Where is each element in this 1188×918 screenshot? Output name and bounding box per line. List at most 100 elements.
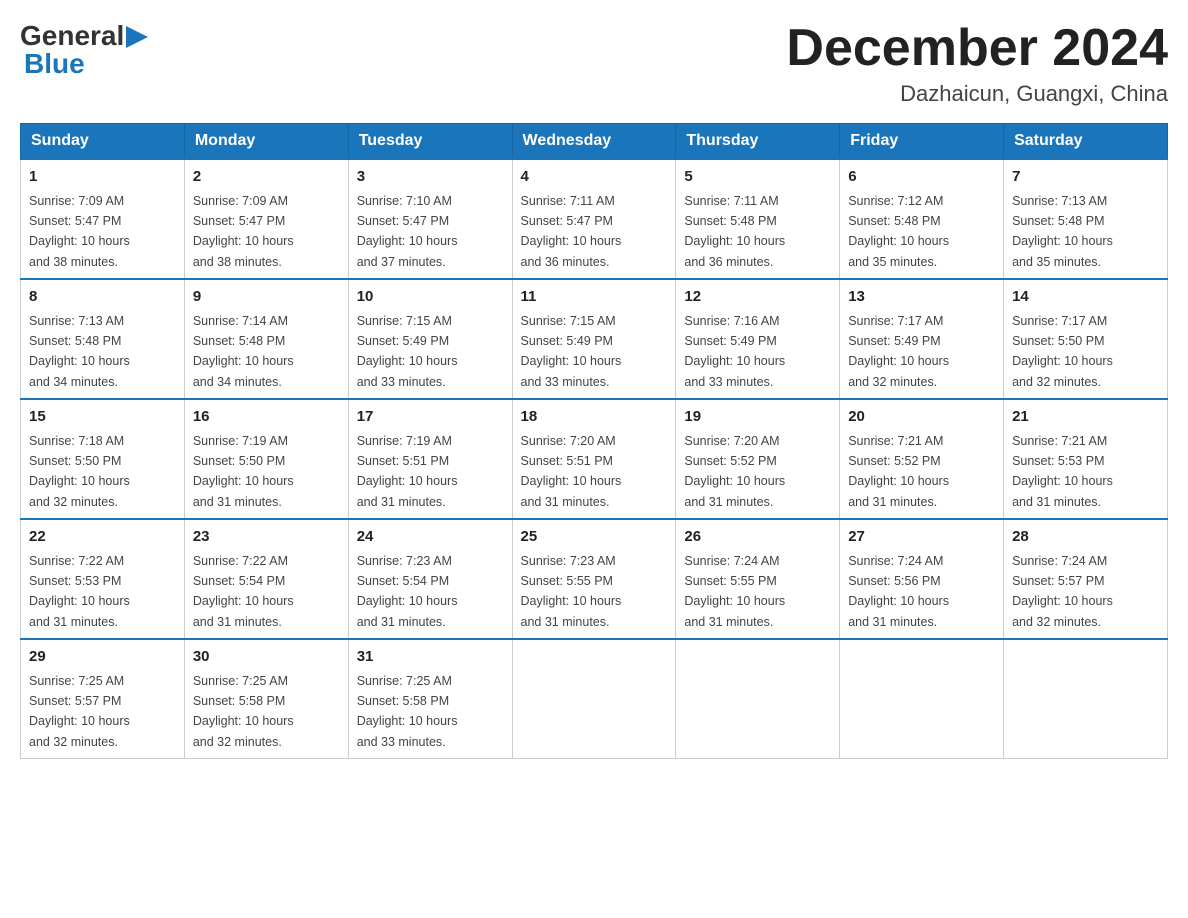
day-info: Sunrise: 7:18 AMSunset: 5:50 PMDaylight:… xyxy=(29,434,130,509)
calendar-week-row: 22 Sunrise: 7:22 AMSunset: 5:53 PMDaylig… xyxy=(21,519,1168,639)
calendar-day-cell: 10 Sunrise: 7:15 AMSunset: 5:49 PMDaylig… xyxy=(348,279,512,399)
calendar-day-cell xyxy=(512,639,676,759)
calendar-day-cell: 15 Sunrise: 7:18 AMSunset: 5:50 PMDaylig… xyxy=(21,399,185,519)
page-header: General Blue December 2024 Dazhaicun, Gu… xyxy=(20,20,1168,107)
day-info: Sunrise: 7:13 AMSunset: 5:48 PMDaylight:… xyxy=(29,314,130,389)
calendar-header-wednesday: Wednesday xyxy=(512,124,676,160)
calendar-day-cell: 23 Sunrise: 7:22 AMSunset: 5:54 PMDaylig… xyxy=(184,519,348,639)
logo: General Blue xyxy=(20,20,148,80)
day-info: Sunrise: 7:11 AMSunset: 5:47 PMDaylight:… xyxy=(521,194,622,269)
day-info: Sunrise: 7:22 AMSunset: 5:53 PMDaylight:… xyxy=(29,554,130,629)
day-number: 25 xyxy=(521,526,668,549)
day-number: 15 xyxy=(29,406,176,429)
logo-arrow-icon xyxy=(126,26,148,48)
day-info: Sunrise: 7:17 AMSunset: 5:50 PMDaylight:… xyxy=(1012,314,1113,389)
day-info: Sunrise: 7:09 AMSunset: 5:47 PMDaylight:… xyxy=(193,194,294,269)
day-number: 28 xyxy=(1012,526,1159,549)
calendar-header-tuesday: Tuesday xyxy=(348,124,512,160)
day-number: 2 xyxy=(193,166,340,189)
calendar-table: SundayMondayTuesdayWednesdayThursdayFrid… xyxy=(20,123,1168,759)
calendar-day-cell xyxy=(676,639,840,759)
day-number: 13 xyxy=(848,286,995,309)
page-subtitle: Dazhaicun, Guangxi, China xyxy=(786,81,1168,107)
day-info: Sunrise: 7:11 AMSunset: 5:48 PMDaylight:… xyxy=(684,194,785,269)
day-info: Sunrise: 7:12 AMSunset: 5:48 PMDaylight:… xyxy=(848,194,949,269)
calendar-header-row: SundayMondayTuesdayWednesdayThursdayFrid… xyxy=(21,124,1168,160)
calendar-day-cell: 16 Sunrise: 7:19 AMSunset: 5:50 PMDaylig… xyxy=(184,399,348,519)
day-info: Sunrise: 7:20 AMSunset: 5:51 PMDaylight:… xyxy=(521,434,622,509)
calendar-day-cell: 20 Sunrise: 7:21 AMSunset: 5:52 PMDaylig… xyxy=(840,399,1004,519)
calendar-header-monday: Monday xyxy=(184,124,348,160)
calendar-day-cell: 1 Sunrise: 7:09 AMSunset: 5:47 PMDayligh… xyxy=(21,159,185,279)
calendar-header-sunday: Sunday xyxy=(21,124,185,160)
calendar-header-thursday: Thursday xyxy=(676,124,840,160)
day-number: 9 xyxy=(193,286,340,309)
day-info: Sunrise: 7:20 AMSunset: 5:52 PMDaylight:… xyxy=(684,434,785,509)
calendar-day-cell: 24 Sunrise: 7:23 AMSunset: 5:54 PMDaylig… xyxy=(348,519,512,639)
day-info: Sunrise: 7:25 AMSunset: 5:58 PMDaylight:… xyxy=(193,674,294,749)
day-number: 3 xyxy=(357,166,504,189)
day-number: 23 xyxy=(193,526,340,549)
calendar-day-cell: 11 Sunrise: 7:15 AMSunset: 5:49 PMDaylig… xyxy=(512,279,676,399)
day-number: 29 xyxy=(29,646,176,669)
calendar-day-cell: 13 Sunrise: 7:17 AMSunset: 5:49 PMDaylig… xyxy=(840,279,1004,399)
day-info: Sunrise: 7:23 AMSunset: 5:55 PMDaylight:… xyxy=(521,554,622,629)
day-info: Sunrise: 7:19 AMSunset: 5:50 PMDaylight:… xyxy=(193,434,294,509)
day-number: 4 xyxy=(521,166,668,189)
day-info: Sunrise: 7:22 AMSunset: 5:54 PMDaylight:… xyxy=(193,554,294,629)
calendar-day-cell: 21 Sunrise: 7:21 AMSunset: 5:53 PMDaylig… xyxy=(1004,399,1168,519)
day-info: Sunrise: 7:17 AMSunset: 5:49 PMDaylight:… xyxy=(848,314,949,389)
day-info: Sunrise: 7:24 AMSunset: 5:56 PMDaylight:… xyxy=(848,554,949,629)
calendar-day-cell: 14 Sunrise: 7:17 AMSunset: 5:50 PMDaylig… xyxy=(1004,279,1168,399)
day-number: 20 xyxy=(848,406,995,429)
day-number: 16 xyxy=(193,406,340,429)
calendar-day-cell: 28 Sunrise: 7:24 AMSunset: 5:57 PMDaylig… xyxy=(1004,519,1168,639)
calendar-day-cell: 19 Sunrise: 7:20 AMSunset: 5:52 PMDaylig… xyxy=(676,399,840,519)
calendar-day-cell: 9 Sunrise: 7:14 AMSunset: 5:48 PMDayligh… xyxy=(184,279,348,399)
day-number: 17 xyxy=(357,406,504,429)
day-number: 19 xyxy=(684,406,831,429)
day-number: 27 xyxy=(848,526,995,549)
calendar-day-cell: 2 Sunrise: 7:09 AMSunset: 5:47 PMDayligh… xyxy=(184,159,348,279)
day-info: Sunrise: 7:23 AMSunset: 5:54 PMDaylight:… xyxy=(357,554,458,629)
day-number: 22 xyxy=(29,526,176,549)
calendar-day-cell: 5 Sunrise: 7:11 AMSunset: 5:48 PMDayligh… xyxy=(676,159,840,279)
day-number: 8 xyxy=(29,286,176,309)
calendar-day-cell: 29 Sunrise: 7:25 AMSunset: 5:57 PMDaylig… xyxy=(21,639,185,759)
day-info: Sunrise: 7:15 AMSunset: 5:49 PMDaylight:… xyxy=(357,314,458,389)
calendar-day-cell xyxy=(1004,639,1168,759)
calendar-day-cell: 17 Sunrise: 7:19 AMSunset: 5:51 PMDaylig… xyxy=(348,399,512,519)
calendar-day-cell xyxy=(840,639,1004,759)
calendar-day-cell: 3 Sunrise: 7:10 AMSunset: 5:47 PMDayligh… xyxy=(348,159,512,279)
day-info: Sunrise: 7:19 AMSunset: 5:51 PMDaylight:… xyxy=(357,434,458,509)
page-title: December 2024 xyxy=(786,20,1168,77)
day-number: 26 xyxy=(684,526,831,549)
calendar-day-cell: 8 Sunrise: 7:13 AMSunset: 5:48 PMDayligh… xyxy=(21,279,185,399)
calendar-day-cell: 30 Sunrise: 7:25 AMSunset: 5:58 PMDaylig… xyxy=(184,639,348,759)
day-info: Sunrise: 7:24 AMSunset: 5:55 PMDaylight:… xyxy=(684,554,785,629)
calendar-day-cell: 6 Sunrise: 7:12 AMSunset: 5:48 PMDayligh… xyxy=(840,159,1004,279)
day-info: Sunrise: 7:09 AMSunset: 5:47 PMDaylight:… xyxy=(29,194,130,269)
day-info: Sunrise: 7:21 AMSunset: 5:52 PMDaylight:… xyxy=(848,434,949,509)
day-number: 7 xyxy=(1012,166,1159,189)
day-number: 11 xyxy=(521,286,668,309)
calendar-week-row: 29 Sunrise: 7:25 AMSunset: 5:57 PMDaylig… xyxy=(21,639,1168,759)
day-info: Sunrise: 7:25 AMSunset: 5:57 PMDaylight:… xyxy=(29,674,130,749)
calendar-week-row: 8 Sunrise: 7:13 AMSunset: 5:48 PMDayligh… xyxy=(21,279,1168,399)
logo-blue-text: Blue xyxy=(24,48,85,80)
day-number: 21 xyxy=(1012,406,1159,429)
day-number: 1 xyxy=(29,166,176,189)
day-info: Sunrise: 7:10 AMSunset: 5:47 PMDaylight:… xyxy=(357,194,458,269)
day-number: 12 xyxy=(684,286,831,309)
calendar-week-row: 15 Sunrise: 7:18 AMSunset: 5:50 PMDaylig… xyxy=(21,399,1168,519)
calendar-day-cell: 12 Sunrise: 7:16 AMSunset: 5:49 PMDaylig… xyxy=(676,279,840,399)
day-info: Sunrise: 7:21 AMSunset: 5:53 PMDaylight:… xyxy=(1012,434,1113,509)
calendar-header-saturday: Saturday xyxy=(1004,124,1168,160)
calendar-week-row: 1 Sunrise: 7:09 AMSunset: 5:47 PMDayligh… xyxy=(21,159,1168,279)
day-number: 6 xyxy=(848,166,995,189)
calendar-day-cell: 27 Sunrise: 7:24 AMSunset: 5:56 PMDaylig… xyxy=(840,519,1004,639)
day-info: Sunrise: 7:24 AMSunset: 5:57 PMDaylight:… xyxy=(1012,554,1113,629)
day-info: Sunrise: 7:15 AMSunset: 5:49 PMDaylight:… xyxy=(521,314,622,389)
calendar-day-cell: 7 Sunrise: 7:13 AMSunset: 5:48 PMDayligh… xyxy=(1004,159,1168,279)
day-info: Sunrise: 7:25 AMSunset: 5:58 PMDaylight:… xyxy=(357,674,458,749)
